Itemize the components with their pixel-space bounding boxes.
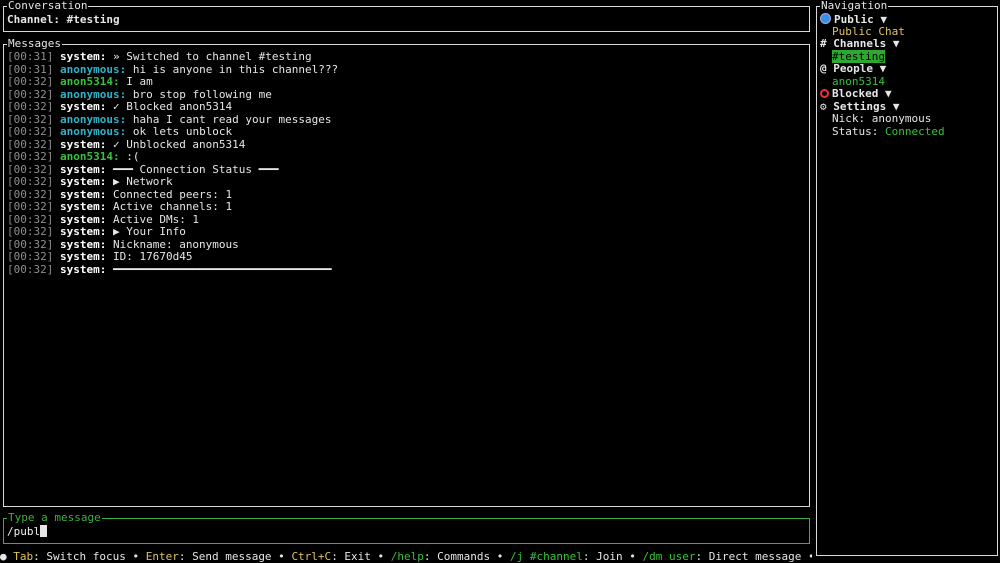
message-timestamp: [00:32] <box>7 237 54 251</box>
shortcut-text: : Send message • <box>178 550 292 563</box>
conversation-title: Conversation <box>7 0 89 13</box>
message-timestamp: [00:31] <box>7 62 54 76</box>
no-entry-icon <box>820 89 829 98</box>
message-input[interactable]: /publ <box>7 525 48 538</box>
message-text: Nickname: anonymous <box>106 237 239 251</box>
message-text: ▶ Your Info <box>106 225 186 238</box>
globe-icon <box>820 13 831 24</box>
message-text: Active channels: 1 <box>106 200 233 213</box>
message-timestamp: [00:32] <box>7 112 54 126</box>
navigation-title: Navigation <box>820 0 889 13</box>
message-sender: anon5314: <box>59 75 120 88</box>
message-sender: anonymous: <box>59 62 127 76</box>
message-timestamp: [00:32] <box>7 87 54 101</box>
message-timestamp: [00:32] <box>7 225 54 238</box>
message-row: [00:32] system: ━━━━━━━━━━━━━━━━━━━━━━━━… <box>7 262 806 277</box>
message-text: ok lets unblock <box>126 125 233 138</box>
message-timestamp: [00:32] <box>7 175 54 188</box>
message-sender: system: <box>59 250 107 263</box>
message-sender: system: <box>59 262 107 276</box>
message-sender: system: <box>59 212 107 226</box>
shortcut-text: : Switch focus • <box>33 550 146 563</box>
message-timestamp: [00:32] <box>7 250 54 263</box>
shortcut-key: /dm user <box>642 550 696 563</box>
message-sender: system: <box>59 225 107 238</box>
shortcut-key: Ctrl+C <box>291 550 332 563</box>
message-text: » Switched to channel #testing <box>106 50 312 63</box>
message-text: bro stop following me <box>126 87 272 101</box>
message-timestamp: [00:32] <box>7 125 54 138</box>
channel-label: Channel: #testing <box>7 13 120 26</box>
shortcut-key: Tab <box>13 550 34 563</box>
messages-panel[interactable]: Messages [00:31] system: » Switched to c… <box>3 37 810 507</box>
message-sender: anon5314: <box>59 150 120 163</box>
status-value: Connected <box>884 124 945 138</box>
nav-section-channels[interactable]: # Channels ▼ <box>818 37 995 51</box>
navigation-panel[interactable]: Navigation Public ▼ Public Chat # Channe… <box>816 0 998 556</box>
status-bar: ● Tab: Switch focus • Enter: Send messag… <box>0 550 812 563</box>
nav-section-public[interactable]: Public ▼ <box>818 13 995 26</box>
message-text: :( <box>119 150 140 163</box>
message-sender: system: <box>59 50 107 63</box>
text-cursor <box>40 525 48 537</box>
message-text: ▶ Network <box>106 175 173 188</box>
message-text: ━━━━━━━━━━━━━━━━━━━━━━━━━━━━━━━━━ <box>106 262 332 276</box>
message-sender: anonymous: <box>59 87 127 101</box>
message-sender: anonymous: <box>59 125 127 138</box>
gear-icon: ⚙ <box>820 99 827 113</box>
shortcut-text: : Join • <box>582 550 643 563</box>
nav-section-people[interactable]: @ People ▼ <box>818 62 995 76</box>
settings-status: Status: Connected <box>832 124 945 138</box>
message-sender: system: <box>59 237 107 251</box>
message-timestamp: [00:32] <box>7 187 54 201</box>
message-sender: anonymous: <box>59 112 127 126</box>
message-timestamp: [00:32] <box>7 75 54 88</box>
shortcut-key: Enter <box>145 550 179 563</box>
messages-title: Messages <box>7 37 62 51</box>
message-timestamp: [00:32] <box>7 162 54 176</box>
message-sender: system: <box>59 137 107 151</box>
message-text: ✓ Blocked anon5314 <box>106 100 233 113</box>
shortcut-key: /j #channel <box>510 550 583 563</box>
input-title: Type a message <box>7 511 102 525</box>
message-timestamp: [00:32] <box>7 137 54 151</box>
shortcut-text: ● <box>0 550 14 563</box>
message-sender: system: <box>59 162 107 176</box>
message-timestamp: [00:31] <box>7 50 54 63</box>
input-value: /publ <box>7 525 41 538</box>
message-timestamp: [00:32] <box>7 100 54 113</box>
message-text: Active DMs: 1 <box>106 212 200 226</box>
message-text: I am <box>119 75 153 88</box>
message-list: [00:31] system: » Switched to channel #t… <box>7 50 806 277</box>
message-text: haha I cant read your messages <box>126 112 332 126</box>
message-sender: system: <box>59 187 107 201</box>
message-timestamp: [00:32] <box>7 200 54 213</box>
message-text: ID: 17670d45 <box>106 250 193 263</box>
message-sender: system: <box>59 100 107 113</box>
message-text: ━━━ Connection Status ━━━ <box>106 162 279 176</box>
conversation-panel: Conversation Channel: #testing <box>3 0 810 32</box>
message-input-panel[interactable]: Type a message /publ <box>3 511 810 544</box>
message-sender: system: <box>59 200 107 213</box>
message-timestamp: [00:32] <box>7 212 54 226</box>
message-sender: system: <box>59 175 107 188</box>
message-timestamp: [00:32] <box>7 262 54 276</box>
shortcut-text: : Commands • <box>423 550 511 563</box>
message-text: Connected peers: 1 <box>106 187 233 201</box>
message-timestamp: [00:32] <box>7 150 54 163</box>
message-text: ✓ Unblocked anon5314 <box>106 137 246 151</box>
shortcut-key: /help <box>390 550 424 563</box>
message-text: hi is anyone in this channel??? <box>126 62 339 76</box>
shortcut-text: : Direct message • <box>695 550 812 563</box>
shortcut-text: : Exit • <box>331 550 391 563</box>
